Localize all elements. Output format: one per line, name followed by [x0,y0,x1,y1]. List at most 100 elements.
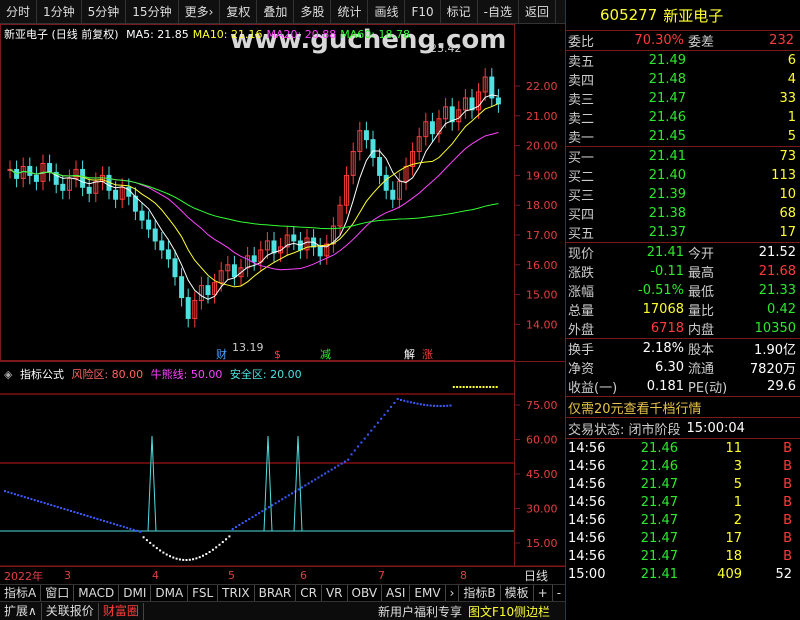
period-label[interactable]: 日线 [524,567,548,584]
toolbar-item[interactable]: 复权 [220,0,258,24]
toolbar-item[interactable]: 多股 [294,0,332,24]
stat-label: 最低 [688,285,715,300]
candle-body [271,240,277,254]
toolbar-item[interactable]: 15分钟 [126,0,179,24]
bids-price: 21.41 [648,149,686,164]
collapse-icon[interactable]: ◈ [4,368,12,381]
weibi-row: 委比 70.30% 委差 232 [566,30,800,50]
tick-volume: 2 [733,512,742,528]
indicator-tab[interactable]: TRIX [218,584,255,602]
indicator-tab[interactable]: FSL [188,584,219,602]
promo-text[interactable]: 新用户福利专享 [378,603,462,620]
toolbar-item[interactable]: F10 [405,0,441,24]
toolbar-item[interactable]: 标记 [441,0,478,24]
indicator-tab[interactable]: 指标A [0,584,42,602]
toolbar-item[interactable]: 返回 [519,0,557,24]
low-price-label: 13.19 [232,341,264,354]
indicator-dot [310,480,313,483]
indicator-tab[interactable]: 模板 [501,584,534,602]
indicator-tab[interactable]: ASI [382,584,411,602]
toolbar-item[interactable]: -自选 [478,0,519,24]
toolbar-item[interactable]: 5分钟 [82,0,127,24]
bull-bear-label: 牛熊线: 50.00 [150,368,223,381]
bottom-tab[interactable]: 扩展∧ [0,602,42,620]
stat-row: 总量 17068 量比 0.42 [566,300,800,319]
indicator-tab[interactable]: DMI [119,584,152,602]
event-marker[interactable]: 财 [216,347,227,361]
risk-label: 风险区: 80.00 [71,368,144,381]
event-marker[interactable]: $ [274,348,281,361]
indicator-dot [449,404,452,407]
asks-volume: 6 [787,53,796,68]
tick-time: 15:00 [568,566,606,582]
toolbar-item[interactable]: 统计 [331,0,369,24]
indicator-tab[interactable]: VR [322,584,348,602]
candle-body [139,210,145,221]
indicator-dot [142,536,145,539]
indicator-dot [4,490,6,493]
subchart-title[interactable]: 指标公式 [20,368,64,381]
asks-label: 卖二 [568,112,595,127]
level2-ad[interactable]: 仅需20元查看千档行情 [566,398,702,417]
indicator-dot [149,541,152,544]
toolbar-item[interactable]: 分时 [0,0,38,24]
stat-label: 涨幅 [568,285,595,300]
indicator-dot [314,478,317,481]
stat-value: 21.52 [758,245,796,260]
indicator-tab[interactable]: BRAR [255,584,297,602]
weicha-value: 232 [769,33,794,48]
toolbar-item[interactable]: 1分钟 [37,0,82,24]
weicha-label: 委差 [688,35,715,50]
indicator-dot [241,522,244,525]
bids-price: 21.40 [648,168,686,183]
indicator-dot [268,506,270,509]
candle-body [205,285,211,296]
chart-area[interactable]: www.gucheng.com 22.00 21.00 20.00 19.00 18.0… [0,24,565,567]
indicator-tab[interactable]: EMV [410,584,446,602]
indicator-tab[interactable]: OBV [348,584,383,602]
indicator-dot [380,417,383,420]
toolbar-item[interactable]: 叠加 [257,0,295,24]
toolbar-item[interactable]: 画线 [368,0,406,24]
kline-chart[interactable]: www.gucheng.com 22.0021.0020.0019.0018.0… [0,24,565,567]
bottom-tab[interactable]: 关联报价 [42,602,99,620]
bids-label: 买五 [568,227,595,242]
trade-status-row: 交易状态: 闭市阶段 15:00:04 [566,417,800,438]
event-marker[interactable]: 涨 [422,348,433,361]
ad-row[interactable]: 仅需20元查看千档行情 [566,396,800,417]
bids-row: 买三 21.39 10 [566,185,800,204]
f10-link[interactable]: 图文F10 [468,603,514,620]
indicator-tab[interactable]: CR [296,584,322,602]
indicator-tab[interactable]: › [446,584,460,602]
indicator-dot [50,504,53,507]
indicator-tab[interactable]: 窗口 [41,584,75,602]
tick-price: 21.47 [640,548,678,564]
sidebar-toggle[interactable]: 侧边栏 [514,603,550,620]
indicator-tab[interactable]: + [534,584,553,602]
indicator-dot [136,529,138,532]
indicator-tab[interactable]: MACD [74,584,120,602]
indicator-dot [340,462,343,465]
price-tick: 20.00 [526,140,558,153]
indicator-dot [261,510,264,513]
event-marker[interactable]: 解 [404,347,415,361]
indicator-dot [248,518,251,521]
bids-row: 买二 21.40 113 [566,166,800,185]
indicator-tab[interactable]: 指标B [459,584,501,602]
indicator-dot [485,386,488,388]
indicator-dot [169,555,171,558]
price-tick: 18.00 [526,199,558,212]
indicator-dot [416,402,419,405]
indicator-dot [475,386,478,388]
toolbar-item[interactable]: 更多› [179,0,221,24]
tick-price: 21.46 [640,440,678,456]
bids-volume: 68 [779,206,796,221]
candle-body [165,249,171,260]
tick-row: 14:56 21.46 3 B [566,457,800,475]
indicator-tab[interactable]: DMA [151,584,189,602]
tick-row: 14:56 21.47 5 B [566,475,800,493]
bids-row: 买五 21.37 17 [566,223,800,242]
indicator-dot [334,466,336,469]
bottom-tab[interactable]: 财富圈 [99,602,144,620]
event-marker[interactable]: 减 [320,348,331,361]
